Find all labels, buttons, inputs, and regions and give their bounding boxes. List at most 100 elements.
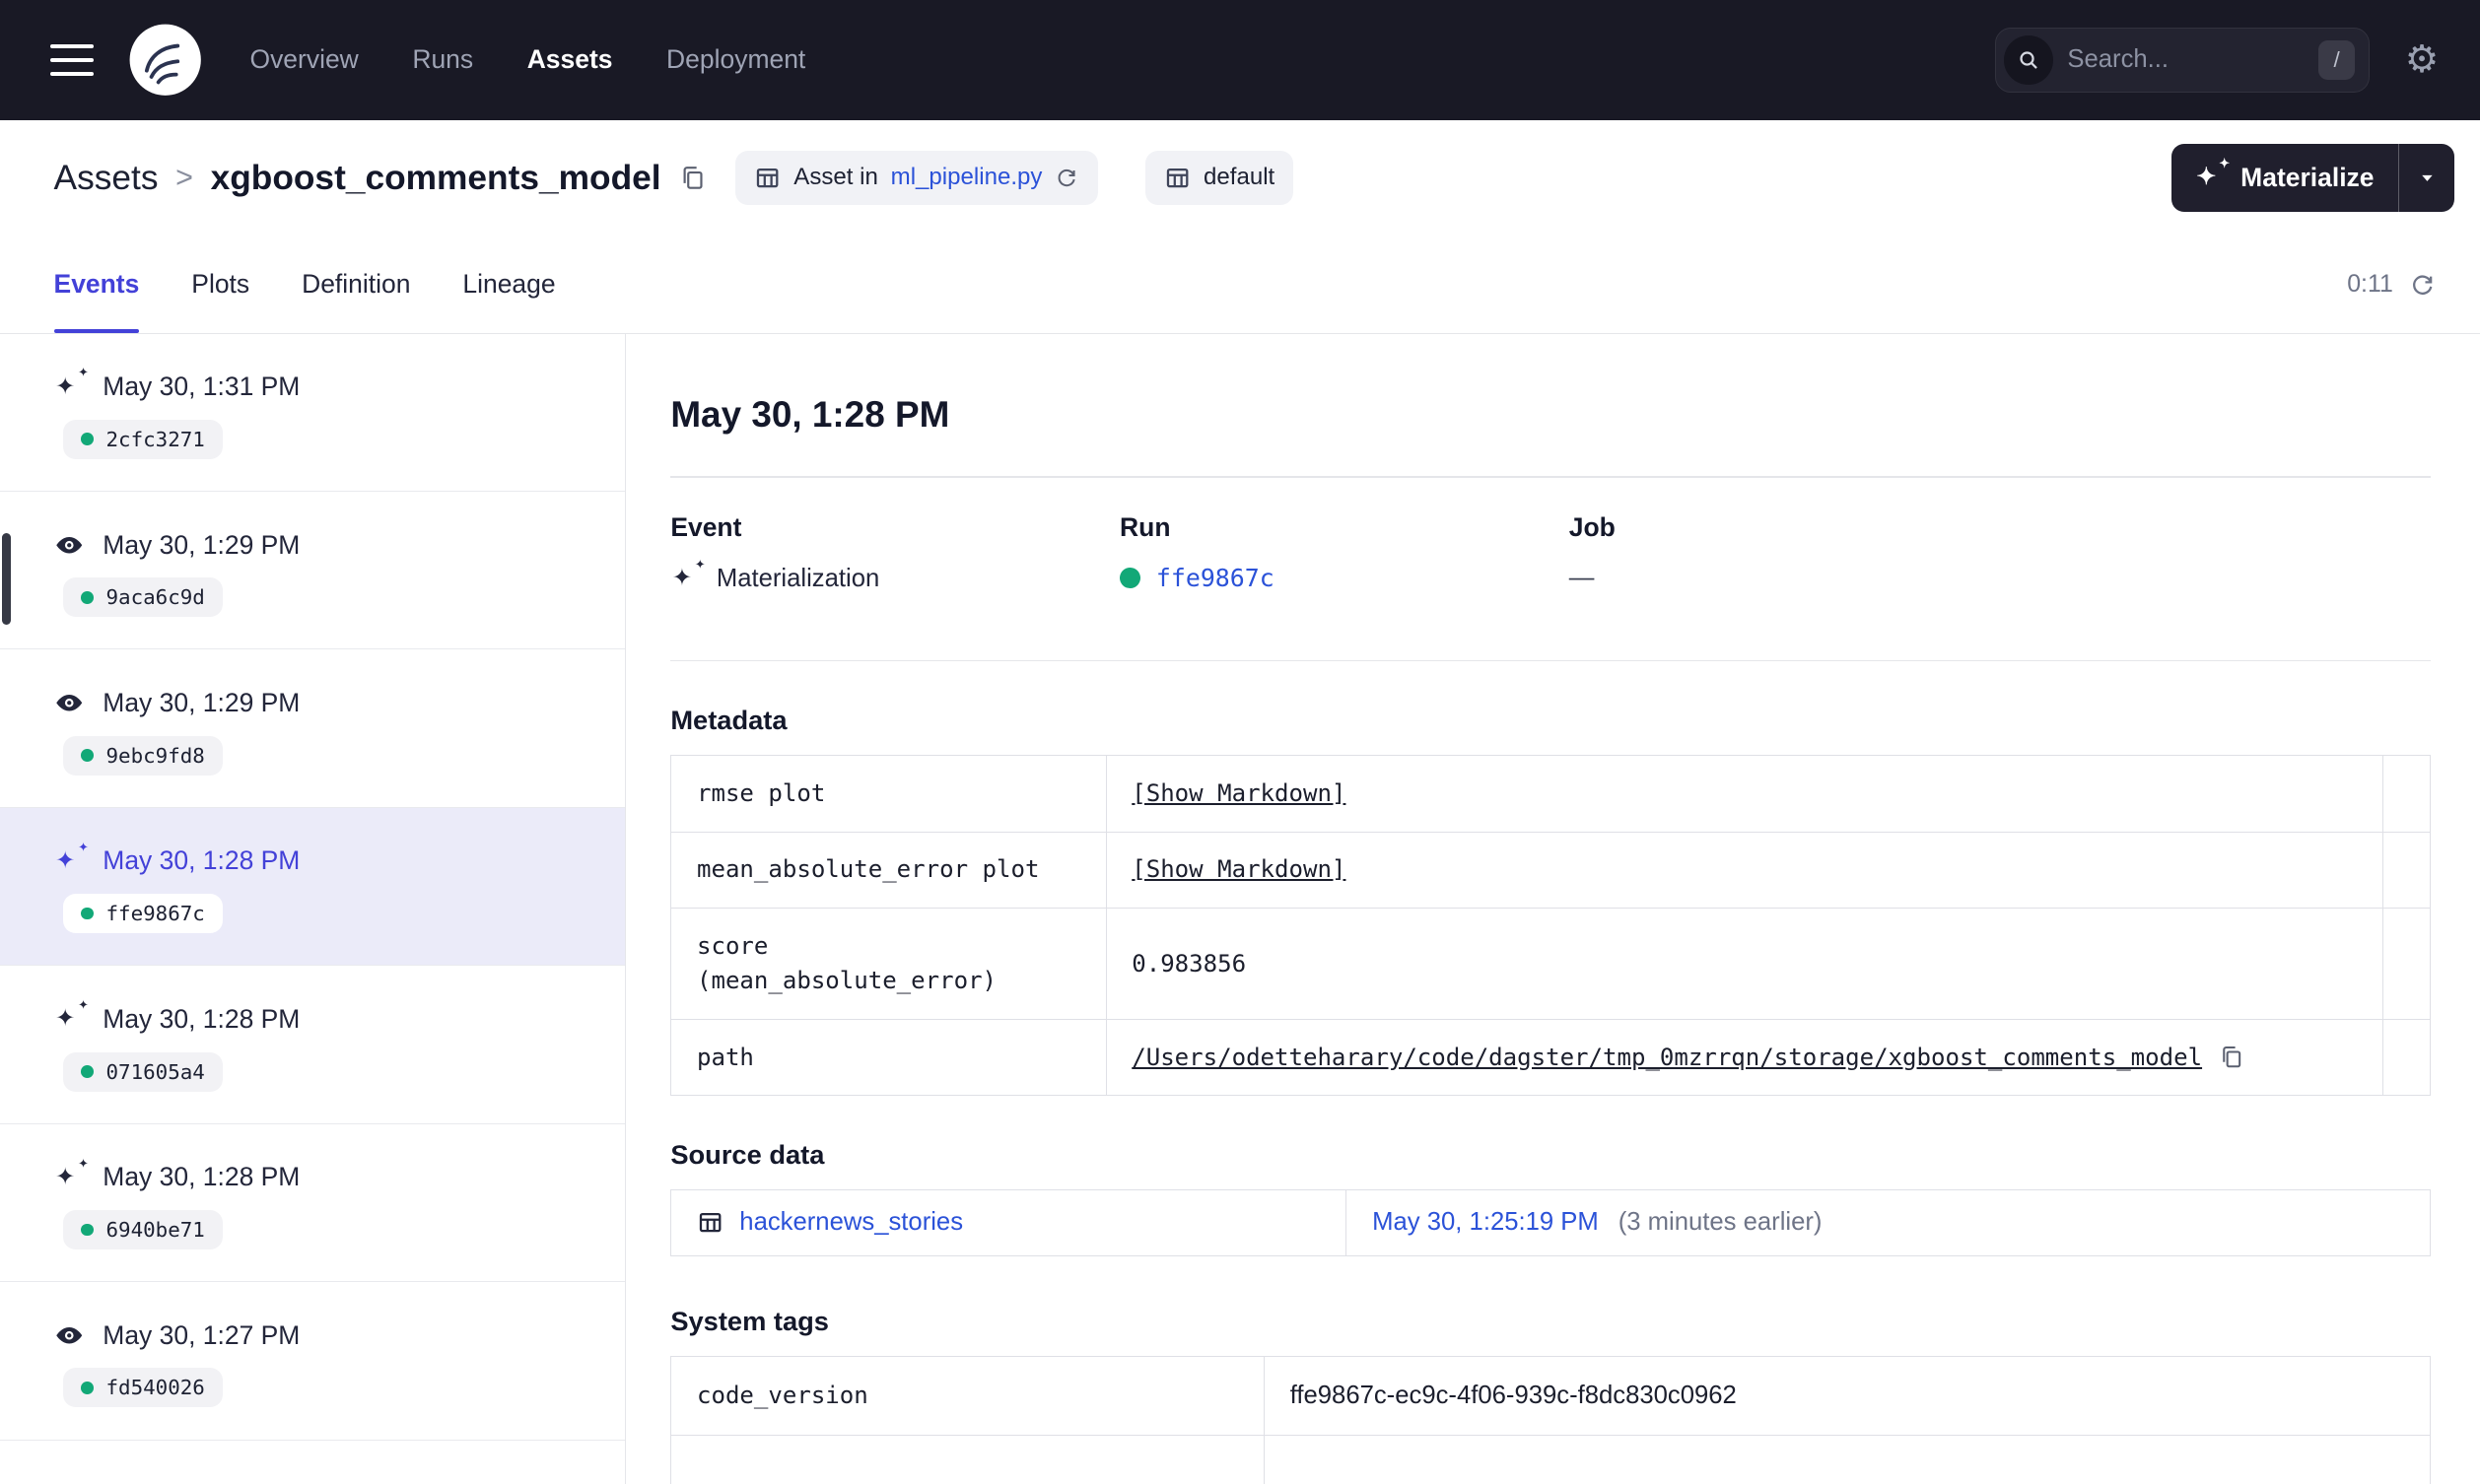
event-detail-title: May 30, 1:28 PM: [670, 393, 950, 435]
metadata-key: rmse plot: [670, 755, 1107, 833]
reload-location-icon[interactable]: [1055, 166, 1078, 189]
run-id: 2cfc3271: [105, 427, 205, 451]
run-success-dot: [80, 590, 94, 604]
refresh-timer: 0:11: [2347, 236, 2436, 332]
show-markdown-link[interactable]: [Show Markdown]: [1132, 779, 1345, 807]
event-list-item[interactable]: May 30, 1:28 PM 6940be71: [0, 1124, 626, 1283]
tab-definition[interactable]: Definition: [302, 236, 410, 332]
pipeline-file-link[interactable]: ml_pipeline.py: [891, 164, 1043, 191]
run-id-chip[interactable]: 9ebc9fd8: [63, 735, 223, 776]
run-id: 9aca6c9d: [105, 585, 205, 610]
breadcrumb-assets-link[interactable]: Assets: [54, 159, 159, 198]
path-link[interactable]: /Users/odetteharary/code/dagster/tmp_0mz…: [1132, 1041, 2202, 1075]
tab-events[interactable]: Events: [53, 236, 140, 334]
run-success-dot: [80, 1223, 94, 1237]
run-link[interactable]: ffe9867c: [1156, 564, 1274, 592]
system-tag-key: code_version: [670, 1355, 1266, 1436]
observation-eye-icon: [54, 1320, 84, 1350]
settings-gear-icon[interactable]: ⚙︎: [2405, 40, 2440, 80]
run-id-chip[interactable]: 9aca6c9d: [63, 577, 223, 618]
code-location-icon: [754, 165, 781, 191]
asset-location-prefix: Asset in: [793, 164, 878, 191]
event-list-item[interactable]: May 30, 1:27 PM fd540026: [0, 1282, 626, 1441]
show-markdown-link[interactable]: [Show Markdown]: [1132, 855, 1345, 883]
breadcrumb: Assets > xgboost_comments_model: [54, 159, 708, 198]
event-list-item-selected[interactable]: May 30, 1:28 PM ffe9867c: [0, 807, 626, 967]
refresh-icon[interactable]: [2409, 271, 2436, 298]
nav-overview[interactable]: Overview: [249, 44, 358, 75]
metadata-action-cell: [2382, 1018, 2432, 1097]
materialization-icon: [54, 999, 89, 1034]
materialize-button[interactable]: Materialize: [2170, 144, 2398, 212]
run-id: 9ebc9fd8: [105, 743, 205, 768]
metadata-action-cell: [2382, 908, 2432, 1020]
asset-group-badge[interactable]: default: [1144, 151, 1294, 205]
metadata-key: score (mean_absolute_error): [670, 908, 1107, 1020]
event-time: May 30, 1:27 PM: [103, 1319, 301, 1350]
dagster-app: Overview Runs Assets Deployment / ⚙︎ Ass…: [0, 0, 2480, 1484]
metadata-row: path /Users/odetteharary/code/dagster/tm…: [670, 1018, 2432, 1097]
run-id: ffe9867c: [105, 902, 205, 926]
event-time: May 30, 1:28 PM: [103, 1162, 301, 1192]
search-box[interactable]: /: [1995, 28, 2371, 93]
asset-table-icon: [697, 1209, 723, 1236]
run-id-chip[interactable]: 2cfc3271: [63, 419, 223, 459]
metadata-action-cell: [2382, 755, 2432, 833]
job-value: —: [1568, 563, 1595, 591]
materialization-icon: [54, 1158, 89, 1192]
breadcrumb-separator: >: [175, 161, 193, 194]
asset-location-badge: Asset in ml_pipeline.py: [734, 151, 1098, 205]
materialize-sparkle-icon: [2195, 158, 2230, 192]
event-list-item[interactable]: May 30, 1:29 PM 9aca6c9d: [0, 492, 626, 650]
content-area: May 30, 1:31 PM 2cfc3271 May 30, 1:29 PM: [0, 333, 2480, 1484]
metadata-row: rmse plot [Show Markdown]: [670, 755, 2432, 833]
search-icon: [2004, 35, 2053, 85]
event-time: May 30, 1:28 PM: [103, 1003, 301, 1034]
metadata-action-cell: [2382, 831, 2432, 910]
event-time: May 30, 1:31 PM: [103, 371, 301, 402]
nav-assets[interactable]: Assets: [527, 44, 613, 75]
materialize-label: Materialize: [2240, 162, 2375, 192]
observation-eye-icon: [54, 530, 84, 560]
run-id-chip[interactable]: ffe9867c: [63, 894, 223, 934]
nav-runs[interactable]: Runs: [412, 44, 473, 75]
dagster-logo[interactable]: [128, 23, 202, 97]
event-list-item[interactable]: May 30, 1:29 PM 9ebc9fd8: [0, 649, 626, 808]
event-list-item[interactable]: May 30, 1:28 PM 071605a4: [0, 966, 626, 1124]
run-success-dot: [1120, 568, 1140, 588]
source-asset-link[interactable]: hackernews_stories: [739, 1204, 963, 1241]
system-tag-value: ffe9867c-ec9c-4f06-939c-f8dc830c0962: [1264, 1355, 2432, 1436]
tab-plots[interactable]: Plots: [191, 236, 249, 332]
event-list-item[interactable]: May 30, 1:31 PM 2cfc3271: [0, 334, 626, 492]
metadata-section-title: Metadata: [670, 704, 788, 735]
asset-group-icon: [1164, 165, 1191, 191]
run-id-chip[interactable]: fd540026: [63, 1368, 223, 1408]
copy-asset-name-icon[interactable]: [678, 164, 707, 192]
event-column-label: Event: [670, 512, 742, 543]
run-column-label: Run: [1120, 512, 1171, 543]
metadata-row: mean_absolute_error plot [Show Markdown]: [670, 831, 2432, 910]
source-time-link[interactable]: May 30, 1:25:19 PM: [1372, 1208, 1599, 1236]
materialize-dropdown-button[interactable]: [2397, 144, 2455, 212]
system-tags-table: code_version ffe9867c-ec9c-4f06-939c-f8d…: [670, 1355, 2432, 1484]
search-shortcut-key: /: [2318, 39, 2356, 81]
run-id-chip[interactable]: 071605a4: [63, 1051, 223, 1092]
asset-name: xgboost_comments_model: [210, 158, 661, 197]
sidebar-scrollbar-thumb[interactable]: [1, 532, 12, 625]
materialization-icon: [54, 842, 89, 876]
run-id-chip[interactable]: 6940be71: [63, 1209, 223, 1249]
event-time: May 30, 1:29 PM: [103, 687, 301, 717]
nav-deployment[interactable]: Deployment: [666, 44, 805, 75]
source-time-note: (3 minutes earlier): [1618, 1208, 1823, 1237]
source-data-section-title: Source data: [670, 1138, 825, 1170]
run-id: 6940be71: [105, 1217, 205, 1242]
search-input[interactable]: [2067, 45, 2305, 75]
event-type-value: Materialization: [716, 564, 880, 592]
top-nav: Overview Runs Assets Deployment / ⚙︎: [0, 0, 2480, 120]
run-success-dot: [80, 749, 94, 763]
tab-lineage[interactable]: Lineage: [462, 236, 555, 332]
menu-icon[interactable]: [50, 44, 94, 76]
refresh-countdown: 0:11: [2347, 269, 2393, 298]
materialization-icon: [54, 367, 89, 401]
copy-path-icon[interactable]: [2218, 1044, 2244, 1070]
